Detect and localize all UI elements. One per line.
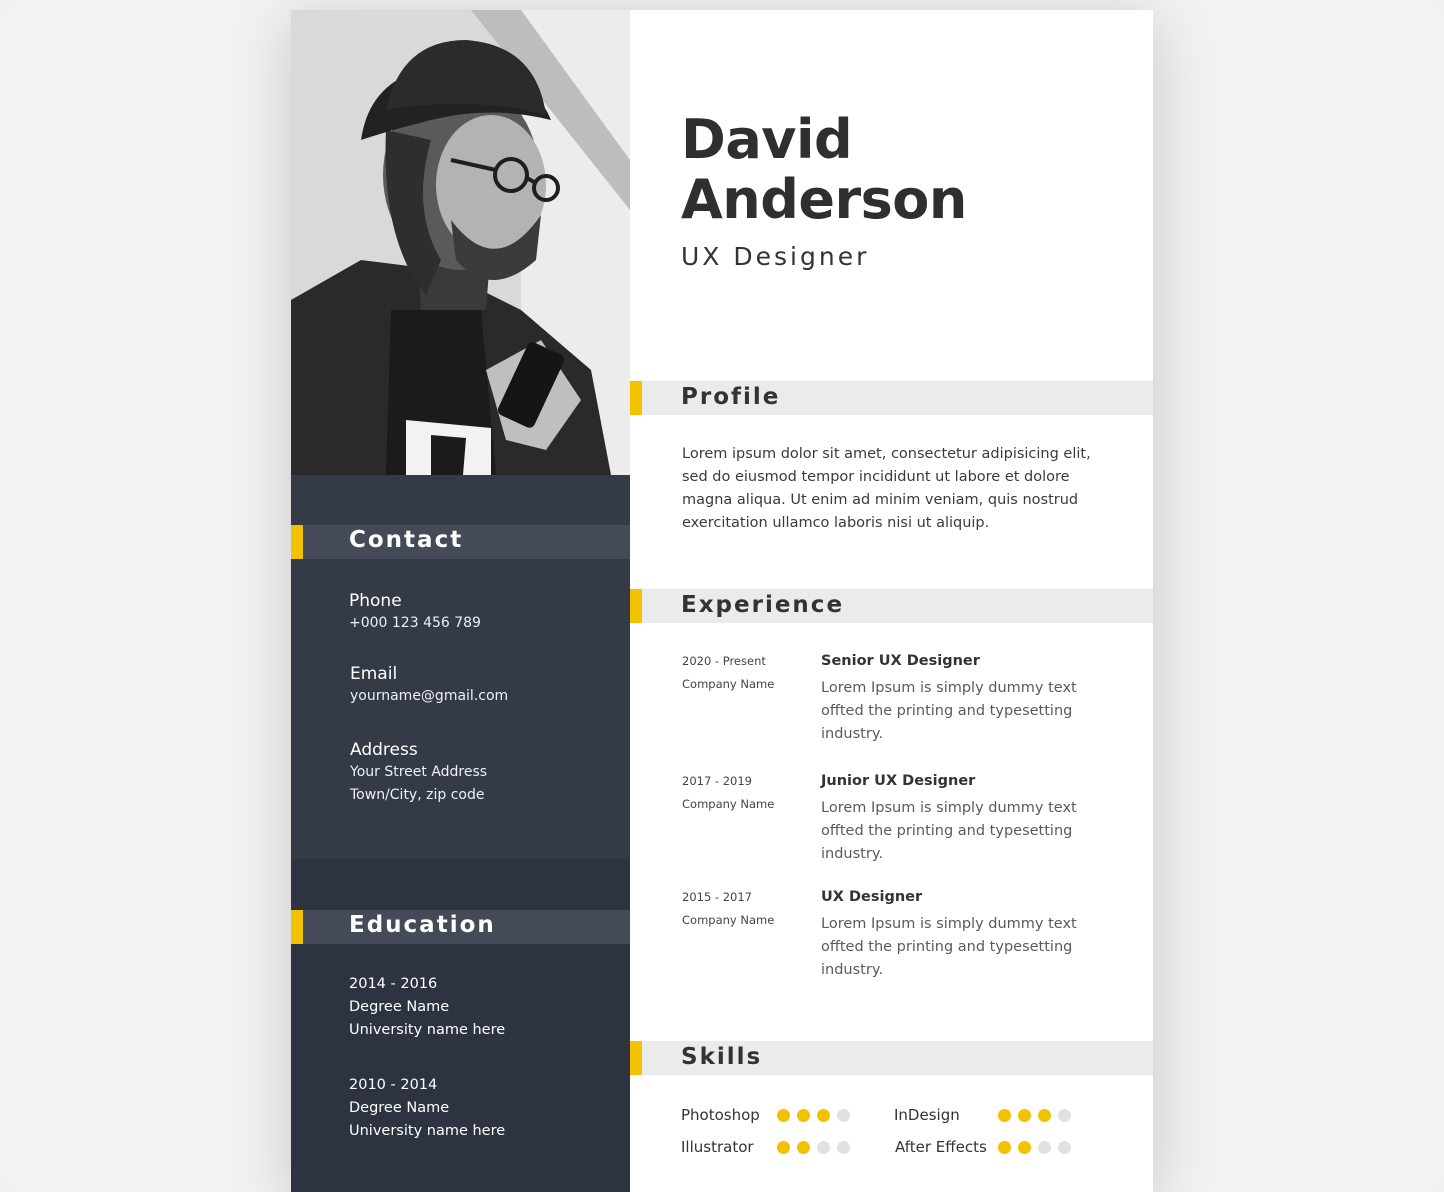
experience-dates: 2015 - 2017	[682, 890, 752, 904]
skills-heading: Skills	[681, 1044, 763, 1070]
rating-dot-filled	[777, 1109, 790, 1122]
skill-rating	[998, 1141, 1071, 1154]
rating-dot-filled	[797, 1141, 810, 1154]
experience-description: Lorem Ipsum is simply dummy text offted …	[821, 916, 1077, 978]
heading-accent	[291, 525, 303, 559]
skill-rating	[777, 1141, 850, 1154]
rating-dot-empty	[1058, 1141, 1071, 1154]
education-school: University name here	[349, 1022, 506, 1038]
contact-email: Email yourname@gmail.com	[350, 663, 508, 708]
contact-address: Address Your Street Address Town/City, z…	[350, 739, 487, 807]
profile-heading: Profile	[681, 384, 781, 410]
education-heading: Education	[349, 912, 496, 938]
phone-label: Phone	[349, 591, 402, 611]
profile-summary: Lorem ipsum dolor sit amet, consectetur …	[682, 446, 1091, 531]
last-name: Anderson	[681, 168, 967, 231]
skill-rating	[998, 1109, 1071, 1122]
skill-name: After Effects	[895, 1138, 987, 1156]
experience-description: Lorem Ipsum is simply dummy text offted …	[821, 680, 1077, 742]
email-value: yourname@gmail.com	[350, 688, 509, 704]
phone-value: +000 123 456 789	[349, 615, 481, 631]
rating-dot-empty	[837, 1141, 850, 1154]
heading-accent	[291, 910, 303, 944]
rating-dot-filled	[777, 1141, 790, 1154]
heading-accent	[630, 589, 642, 623]
rating-dot-filled	[1018, 1109, 1031, 1122]
rating-dot-filled	[1018, 1141, 1031, 1154]
experience-title: Junior UX Designer	[821, 773, 976, 789]
job-role: UX Designer	[681, 242, 870, 271]
rating-dot-empty	[1038, 1141, 1051, 1154]
education-school: University name here	[349, 1123, 506, 1139]
skills-heading-bar: Skills	[630, 1041, 1153, 1075]
first-name: David	[681, 108, 853, 171]
education-item: 2010 - 2014 Degree Name University name …	[349, 1074, 505, 1143]
experience-heading: Experience	[681, 592, 845, 618]
education-degree: Degree Name	[349, 999, 450, 1015]
experience-heading-bar: Experience	[630, 589, 1153, 623]
sidebar: Contact Phone +000 123 456 789 Email you…	[291, 10, 630, 1192]
contact-heading: Contact	[349, 527, 464, 553]
education-heading-bar: Education	[291, 910, 630, 944]
experience-company: Company Name	[682, 913, 775, 927]
education-item: 2014 - 2016 Degree Name University name …	[349, 973, 505, 1042]
experience-title: UX Designer	[821, 889, 923, 905]
experience-description: Lorem Ipsum is simply dummy text offted …	[821, 800, 1077, 862]
email-label: Email	[350, 664, 398, 684]
education-years: 2010 - 2014	[349, 1077, 438, 1093]
skill-name: Illustrator	[681, 1138, 754, 1156]
contact-heading-bar: Contact	[291, 525, 630, 559]
education-years: 2014 - 2016	[349, 976, 438, 992]
contact-phone: Phone +000 123 456 789	[349, 590, 481, 635]
rating-dot-filled	[998, 1141, 1011, 1154]
address-line-1: Your Street Address	[350, 764, 488, 780]
full-name: David Anderson	[681, 110, 967, 230]
profile-heading-bar: Profile	[630, 381, 1153, 415]
experience-company: Company Name	[682, 797, 775, 811]
experience-title: Senior UX Designer	[821, 653, 980, 669]
rating-dot-empty	[1058, 1109, 1071, 1122]
experience-dates: 2020 - Present	[682, 654, 766, 668]
experience-item: 2015 - 2017 Company Name UX Designer Lor…	[682, 886, 1122, 996]
rating-dot-filled	[998, 1109, 1011, 1122]
skill-name: Photoshop	[681, 1106, 760, 1124]
address-label: Address	[350, 740, 418, 760]
rating-dot-filled	[1038, 1109, 1051, 1122]
address-line-2: Town/City, zip code	[350, 787, 485, 803]
rating-dot-empty	[817, 1141, 830, 1154]
skill-rating	[777, 1109, 850, 1122]
heading-accent	[630, 381, 642, 415]
education-degree: Degree Name	[349, 1100, 450, 1116]
experience-item: 2017 - 2019 Company Name Junior UX Desig…	[682, 770, 1122, 880]
profile-photo	[291, 10, 630, 475]
experience-company: Company Name	[682, 677, 775, 691]
experience-dates: 2017 - 2019	[682, 774, 752, 788]
experience-item: 2020 - Present Company Name Senior UX De…	[682, 650, 1122, 760]
rating-dot-empty	[837, 1109, 850, 1122]
skill-name: InDesign	[894, 1106, 960, 1124]
heading-accent	[630, 1041, 642, 1075]
rating-dot-filled	[817, 1109, 830, 1122]
rating-dot-filled	[797, 1109, 810, 1122]
portrait-illustration	[291, 10, 630, 475]
resume-document: Contact Phone +000 123 456 789 Email you…	[291, 10, 1153, 1192]
